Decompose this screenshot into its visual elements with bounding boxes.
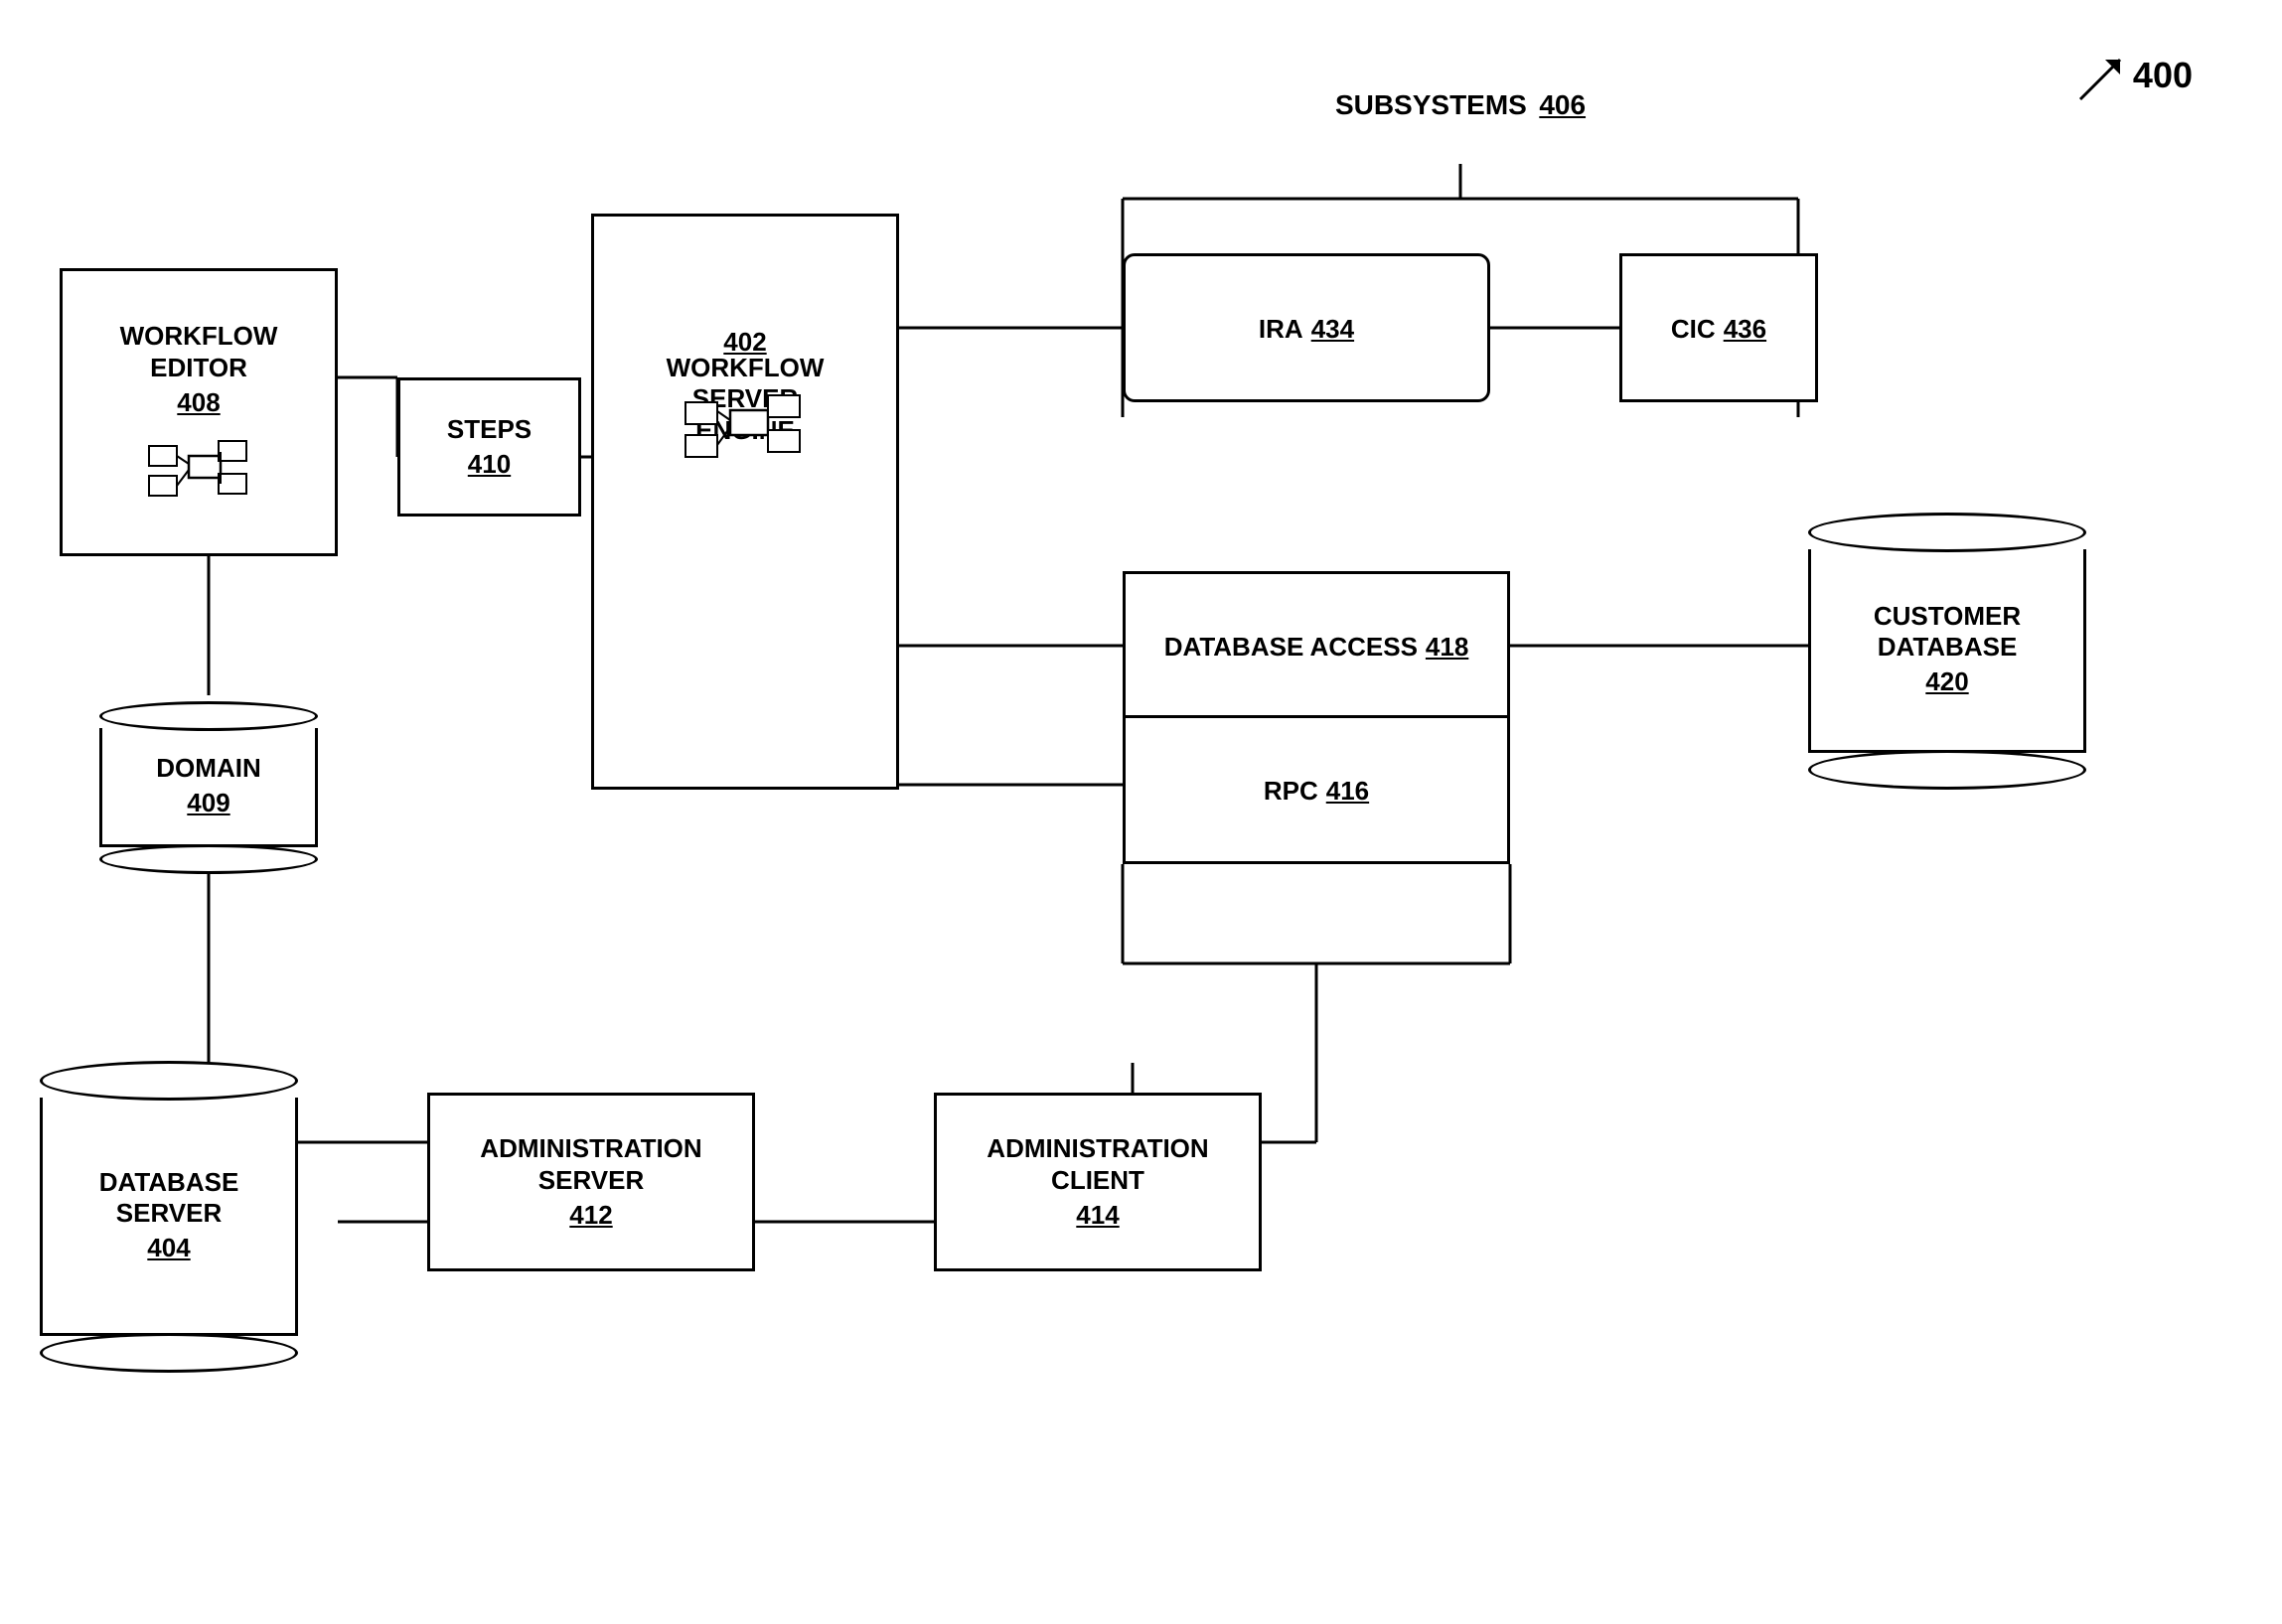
administration-server-box: ADMINISTRATIONSERVER 412 xyxy=(427,1093,755,1271)
workflow-editor-icon xyxy=(73,424,325,504)
customer-database-body: CUSTOMERDATABASE 420 xyxy=(1808,549,2086,753)
domain-body: DOMAIN 409 xyxy=(99,728,318,847)
workflow-editor-label: WORKFLOWEDITOR xyxy=(120,321,278,382)
workflow-icon-svg xyxy=(144,426,253,501)
workflow-editor-number: 408 xyxy=(177,387,220,418)
cic-box: CIC 436 xyxy=(1619,253,1818,402)
figure-number: 400 xyxy=(2075,55,2193,104)
engine-icon xyxy=(681,377,810,472)
diagram: 400 SUBSYSTEMS 406 WORKFLOWEDITOR 408 xyxy=(0,0,2282,1624)
rpc-box: RPC 416 xyxy=(1123,715,1510,864)
customer-database-label: CUSTOMERDATABASE xyxy=(1874,601,2021,663)
rpc-number: 416 xyxy=(1326,776,1369,807)
ira-content: IRA 434 xyxy=(1259,310,1354,345)
ira-label: IRA xyxy=(1259,314,1303,345)
database-server-number: 404 xyxy=(147,1233,190,1263)
domain-top xyxy=(99,701,318,731)
subsystems-label: SUBSYSTEMS 406 xyxy=(1242,89,1679,121)
database-access-label: DATABASE ACCESS xyxy=(1164,632,1418,663)
rpc-content: RPC 416 xyxy=(1264,772,1369,807)
figure-arrow-icon xyxy=(2075,55,2125,104)
database-server-cylinder: DATABASESERVER 404 xyxy=(40,1053,298,1381)
customer-database-top xyxy=(1808,513,2086,552)
steps-box: STEPS 410 xyxy=(397,377,581,517)
ira-number: 434 xyxy=(1311,314,1354,345)
database-server-bottom xyxy=(40,1333,298,1373)
ira-box: IRA 434 xyxy=(1123,253,1490,402)
domain-cylinder: DOMAIN 409 xyxy=(99,695,318,879)
database-access-number: 418 xyxy=(1426,632,1468,663)
administration-client-label: ADMINISTRATIONCLIENT xyxy=(987,1133,1208,1195)
domain-bottom xyxy=(99,844,318,874)
workflow-server-engine-box: WORKFLOWSERVERENGINE 402 xyxy=(591,214,899,790)
database-server-label: DATABASESERVER xyxy=(99,1167,239,1229)
subsystems-text: SUBSYSTEMS xyxy=(1335,89,1527,120)
engine-icon-svg xyxy=(681,377,810,467)
database-access-box: DATABASE ACCESS 418 xyxy=(1123,571,1510,720)
domain-label: DOMAIN xyxy=(156,753,260,784)
administration-server-label: ADMINISTRATIONSERVER xyxy=(480,1133,701,1195)
database-access-content: DATABASE ACCESS 418 xyxy=(1164,628,1469,663)
workflow-server-engine-number: 402 xyxy=(723,327,766,358)
subsystems-number: 406 xyxy=(1539,89,1586,120)
domain-number: 409 xyxy=(187,788,229,818)
customer-database-cylinder: CUSTOMERDATABASE 420 xyxy=(1808,507,2086,795)
steps-label: STEPS xyxy=(447,414,532,445)
customer-database-bottom xyxy=(1808,750,2086,790)
administration-server-number: 412 xyxy=(569,1200,612,1231)
cic-content: CIC 436 xyxy=(1671,310,1766,345)
database-server-top xyxy=(40,1061,298,1101)
cic-label: CIC xyxy=(1671,314,1716,345)
steps-number: 410 xyxy=(468,449,511,480)
workflow-editor-box: WORKFLOWEDITOR 408 xyxy=(60,268,338,556)
figure-label: 400 xyxy=(2133,55,2193,96)
customer-database-number: 420 xyxy=(1925,666,1968,697)
rpc-label: RPC xyxy=(1264,776,1318,807)
cic-number: 436 xyxy=(1724,314,1766,345)
administration-client-box: ADMINISTRATIONCLIENT 414 xyxy=(934,1093,1262,1271)
administration-client-number: 414 xyxy=(1076,1200,1119,1231)
database-server-body: DATABASESERVER 404 xyxy=(40,1098,298,1336)
